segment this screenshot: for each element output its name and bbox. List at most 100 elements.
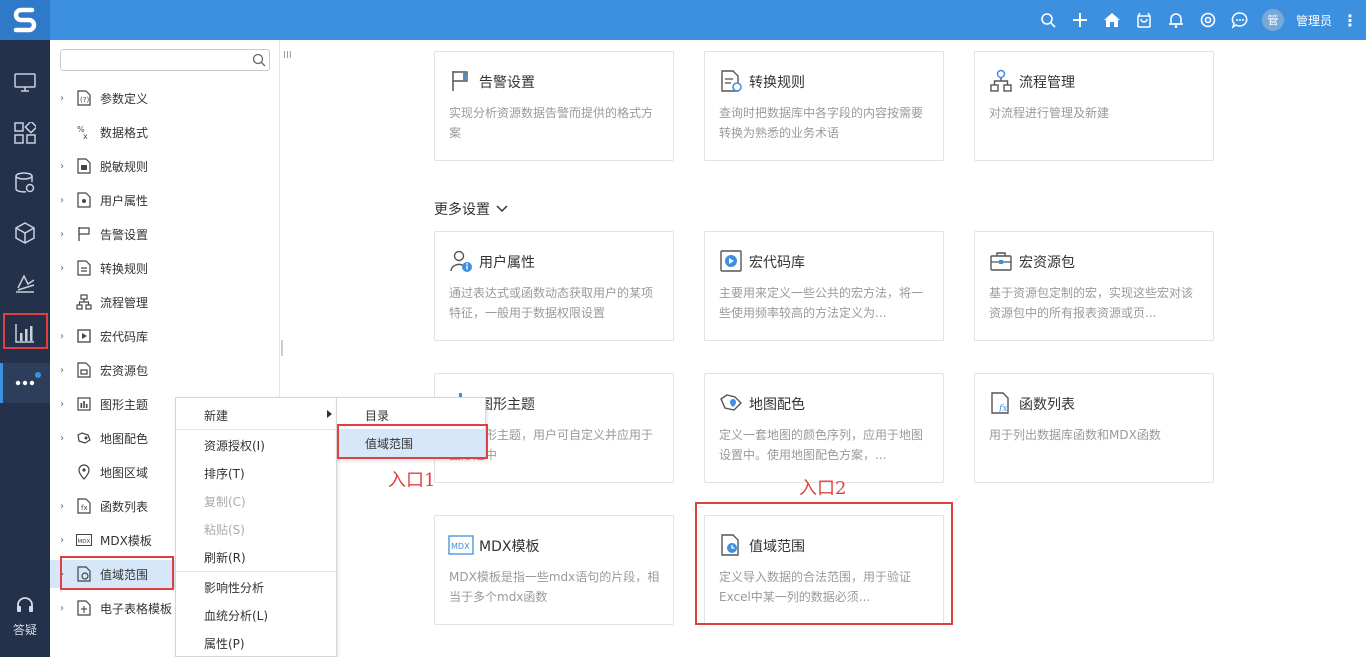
- user-attr-icon: [76, 192, 92, 208]
- convert-icon: [76, 260, 92, 276]
- ctx-label: 粘贴(S): [204, 522, 245, 537]
- svg-text:MDX: MDX: [78, 539, 91, 545]
- database-icon[interactable]: [0, 163, 50, 203]
- tree-item-process[interactable]: 流程管理: [50, 288, 280, 316]
- more-settings-toggle[interactable]: 更多设置: [434, 199, 508, 219]
- expand-arrow-icon[interactable]: ›: [60, 365, 70, 376]
- tree-item-convert[interactable]: › 转换规则: [50, 254, 280, 282]
- macro-icon: [718, 248, 744, 274]
- card-desc: 通过表达式或函数动态获取用户的某项特征，一般用于数据权限设置: [449, 286, 654, 320]
- ctx-refresh[interactable]: 刷新(R): [176, 543, 336, 571]
- headset-icon: [17, 597, 33, 612]
- settings-icon[interactable]: [1192, 0, 1224, 40]
- avatar[interactable]: 管: [1261, 9, 1284, 31]
- divider: [176, 571, 336, 572]
- tree-item-macro-lib[interactable]: › 宏代码库: [50, 322, 280, 350]
- card-desc: 查询时把数据库中各字段的内容按需要转换为熟悉的业务术语: [719, 106, 924, 140]
- expand-arrow-icon[interactable]: ›: [60, 161, 70, 172]
- expand-arrow-icon[interactable]: ›: [60, 399, 70, 410]
- expand-arrow-icon[interactable]: ›: [60, 263, 70, 274]
- function-icon: fx: [988, 390, 1014, 416]
- tree-item-label: 图形主题: [100, 397, 149, 412]
- param-icon: (?): [76, 90, 92, 106]
- nav-highlight-box: [3, 313, 48, 349]
- tree-item-param-define[interactable]: › (?) 参数定义: [50, 84, 280, 112]
- search-icon[interactable]: [252, 53, 266, 67]
- ctx-impact[interactable]: 影响性分析: [176, 573, 336, 601]
- cube-icon[interactable]: [0, 213, 50, 253]
- ctx-label: 复制(C): [204, 494, 246, 509]
- ctx-label: 资源授权(I): [204, 438, 265, 453]
- card-mdx-template[interactable]: MDX MDX模板 MDX模板是指一些mdx语句的片段，相当于多个mdx函数: [434, 515, 674, 625]
- help-label: 答疑: [12, 623, 37, 637]
- expand-arrow-icon[interactable]: ›: [60, 433, 70, 444]
- search-icon[interactable]: [1032, 0, 1064, 40]
- bag-icon[interactable]: [1128, 0, 1160, 40]
- card-user-attr[interactable]: 用户属性 通过表达式或函数动态获取用户的某项特征，一般用于数据权限设置: [434, 231, 674, 341]
- card-title: 地图配色: [749, 397, 805, 413]
- tree-item-macro-pack[interactable]: › 宏资源包: [50, 356, 280, 384]
- expand-arrow-icon[interactable]: ›: [60, 229, 70, 240]
- home-icon[interactable]: [1096, 0, 1128, 40]
- svg-text:fx: fx: [81, 504, 88, 512]
- expand-arrow-icon[interactable]: ›: [60, 501, 70, 512]
- ctx-label: 刷新(R): [204, 550, 246, 565]
- ctx-label: 属性(P): [204, 636, 245, 651]
- monitor-icon[interactable]: [0, 63, 50, 103]
- bell-icon[interactable]: [1160, 0, 1192, 40]
- expand-arrow-icon[interactable]: ›: [60, 195, 70, 206]
- tree-item-label: 脱敏规则: [100, 159, 149, 174]
- logo[interactable]: [0, 0, 50, 40]
- help-button[interactable]: 答疑: [0, 596, 50, 638]
- ctx-properties[interactable]: 属性(P): [176, 629, 336, 657]
- tree-item-user-attr[interactable]: › 用户属性: [50, 186, 280, 214]
- card-convert-rules[interactable]: 转换规则 查询时把数据库中各字段的内容按需要转换为熟悉的业务术语: [704, 51, 944, 161]
- expand-arrow-icon[interactable]: ›: [60, 331, 70, 342]
- card-highlight-box: [695, 502, 953, 625]
- card-alert-settings[interactable]: 告警设置 实现分析资源数据告警而提供的格式方案: [434, 51, 674, 161]
- tree-item-data-format[interactable]: % x 数据格式: [50, 118, 280, 146]
- ctx-lineage[interactable]: 血统分析(L): [176, 601, 336, 629]
- tree-item-label: 宏资源包: [100, 363, 149, 378]
- tree-item-label: 数据格式: [100, 125, 149, 140]
- card-macro-lib[interactable]: 宏代码库 主要用来定义一些公共的宏方法，将一些使用频率较高的方法定义为...: [704, 231, 944, 341]
- svg-text:(?): (?): [80, 96, 89, 104]
- card-title: 转换规则: [749, 75, 805, 91]
- analysis-icon[interactable]: [0, 263, 50, 303]
- rule-icon: [76, 158, 92, 174]
- apps-icon[interactable]: [0, 113, 50, 153]
- card-map-color[interactable]: 地图配色 定义一套地图的颜色序列，应用于地图设置中。使用地图配色方案，...: [704, 373, 944, 483]
- card-title: 用户属性: [479, 255, 535, 271]
- expand-arrow-icon[interactable]: ›: [60, 93, 70, 104]
- flag-icon: [76, 226, 92, 242]
- card-func-list[interactable]: fx 函数列表 用于列出数据库函数和MDX函数: [974, 373, 1214, 483]
- ctx-authorize[interactable]: 资源授权(I): [176, 431, 336, 459]
- divider: [176, 429, 336, 430]
- annotation-entry1: 入口1: [388, 470, 436, 491]
- tree-item-desensitize[interactable]: › 脱敏规则: [50, 152, 280, 180]
- tree-item-alert[interactable]: › 告警设置: [50, 220, 280, 248]
- mdx-icon: MDX: [448, 532, 474, 558]
- ctx-new[interactable]: 新建: [176, 401, 336, 429]
- ctx-copy: 复制(C): [176, 487, 336, 515]
- card-desc: 对流程进行管理及新建: [989, 106, 1110, 120]
- plus-icon[interactable]: [1064, 0, 1096, 40]
- search-input[interactable]: [60, 49, 270, 71]
- panel-resize-handle[interactable]: [281, 340, 283, 356]
- card-desc: MDX模板是指一些mdx语句的片段，相当于多个mdx函数: [449, 570, 660, 604]
- user-name[interactable]: 管理员: [1296, 12, 1332, 29]
- process-icon: [76, 294, 92, 310]
- logo-icon: [13, 7, 37, 33]
- expand-arrow-icon[interactable]: ›: [60, 603, 70, 614]
- panel-collapse-handle[interactable]: III: [283, 50, 292, 61]
- chat-icon[interactable]: [1224, 0, 1256, 40]
- ctx-sort[interactable]: 排序(T): [176, 459, 336, 487]
- card-macro-pack[interactable]: 宏资源包 基于资源包定制的宏，实现这些宏对该资源包中的所有报表资源或页...: [974, 231, 1214, 341]
- expand-arrow-icon[interactable]: ›: [60, 535, 70, 546]
- more-vertical-icon[interactable]: ⋮: [1338, 11, 1362, 30]
- left-nav: 答疑: [0, 40, 50, 657]
- card-process-manage[interactable]: 流程管理 对流程进行管理及新建: [974, 51, 1214, 161]
- more-icon[interactable]: [0, 363, 50, 403]
- user-info-icon: [448, 248, 474, 274]
- svg-text:fx: fx: [998, 404, 1007, 414]
